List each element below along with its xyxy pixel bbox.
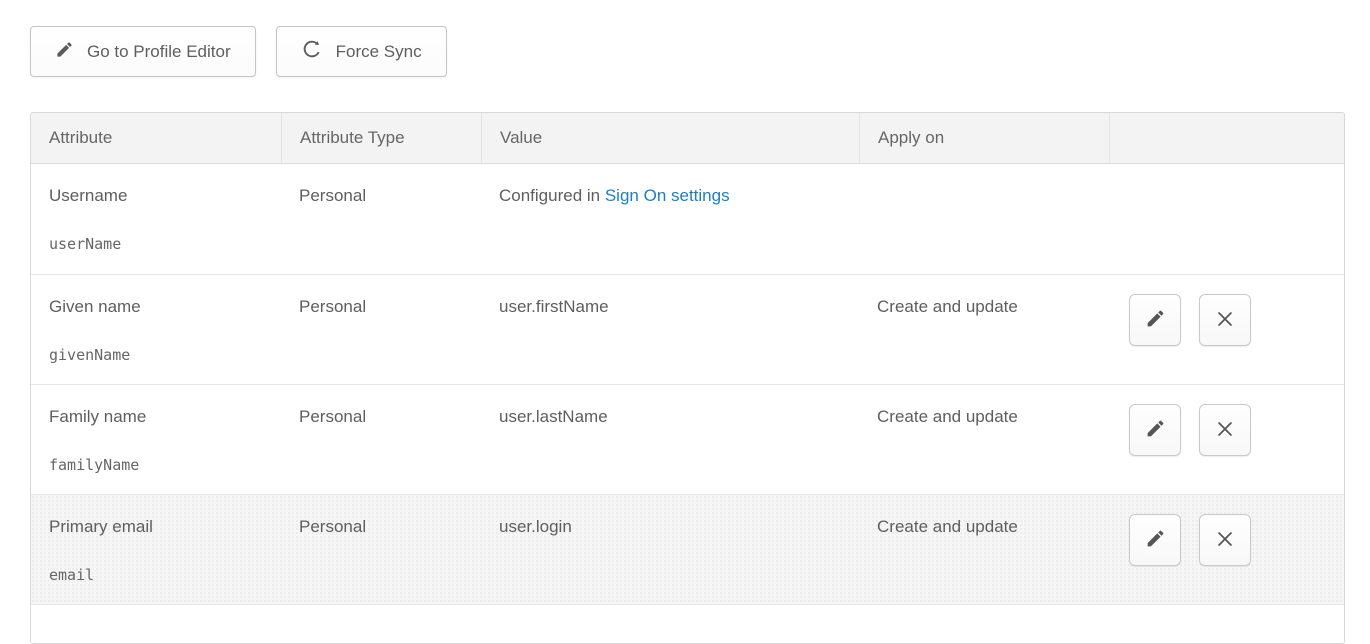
- attribute-type: Personal: [299, 407, 463, 427]
- column-header-attribute-type: Attribute Type: [281, 113, 481, 163]
- remove-attribute-button[interactable]: [1199, 404, 1251, 456]
- attribute-variable: familyName: [49, 456, 263, 474]
- x-icon: [1214, 528, 1236, 553]
- attribute-label: Given name: [49, 297, 263, 317]
- pencil-icon: [1145, 418, 1166, 442]
- go-to-profile-editor-label: Go to Profile Editor: [87, 42, 231, 62]
- column-header-value: Value: [481, 113, 859, 163]
- apply-on-value: Create and update: [877, 407, 1091, 427]
- attribute-label: Username: [49, 186, 263, 206]
- x-icon: [1214, 418, 1236, 443]
- remove-attribute-button[interactable]: [1199, 294, 1251, 346]
- attribute-type: Personal: [299, 186, 463, 206]
- force-sync-label: Force Sync: [336, 42, 422, 62]
- edit-attribute-button[interactable]: [1129, 404, 1181, 456]
- attribute-mapping-table: Attribute Attribute Type Value Apply on …: [30, 112, 1345, 644]
- column-header-actions: [1109, 113, 1344, 163]
- remove-attribute-button[interactable]: [1199, 514, 1251, 566]
- go-to-profile-editor-button[interactable]: Go to Profile Editor: [30, 26, 256, 77]
- pencil-icon: [1145, 528, 1166, 552]
- table-row-username: Username userName Personal Configured in…: [31, 164, 1344, 274]
- table-row-family-name: Family name familyName Personal user.las…: [31, 384, 1344, 494]
- attribute-type: Personal: [299, 517, 463, 537]
- table-row-given-name: Given name givenName Personal user.first…: [31, 274, 1344, 384]
- apply-on-value: Create and update: [877, 297, 1091, 317]
- attribute-variable: givenName: [49, 346, 263, 364]
- sign-on-settings-link[interactable]: Sign On settings: [605, 186, 730, 205]
- table-header-row: Attribute Attribute Type Value Apply on: [31, 113, 1344, 164]
- pencil-icon: [55, 40, 74, 64]
- edit-attribute-button[interactable]: [1129, 514, 1181, 566]
- column-header-attribute: Attribute: [31, 113, 281, 163]
- toolbar: Go to Profile Editor Force Sync: [30, 26, 447, 77]
- attribute-variable: email: [49, 566, 263, 584]
- attribute-variable: userName: [49, 235, 263, 253]
- pencil-icon: [1145, 308, 1166, 332]
- table-row-primary-email: Primary email email Personal user.login …: [31, 494, 1344, 604]
- attribute-value: user.lastName: [499, 407, 841, 427]
- table-row-partial: [31, 604, 1344, 644]
- attribute-value: user.firstName: [499, 297, 841, 317]
- attribute-label: Primary email: [49, 517, 263, 537]
- x-icon: [1214, 308, 1236, 333]
- attribute-value: user.login: [499, 517, 841, 537]
- attribute-value: Configured in Sign On settings: [499, 186, 841, 206]
- force-sync-button[interactable]: Force Sync: [276, 26, 447, 77]
- refresh-icon: [301, 38, 323, 65]
- column-header-apply-on: Apply on: [859, 113, 1109, 163]
- attribute-label: Family name: [49, 407, 263, 427]
- apply-on-value: Create and update: [877, 517, 1091, 537]
- edit-attribute-button[interactable]: [1129, 294, 1181, 346]
- attribute-type: Personal: [299, 297, 463, 317]
